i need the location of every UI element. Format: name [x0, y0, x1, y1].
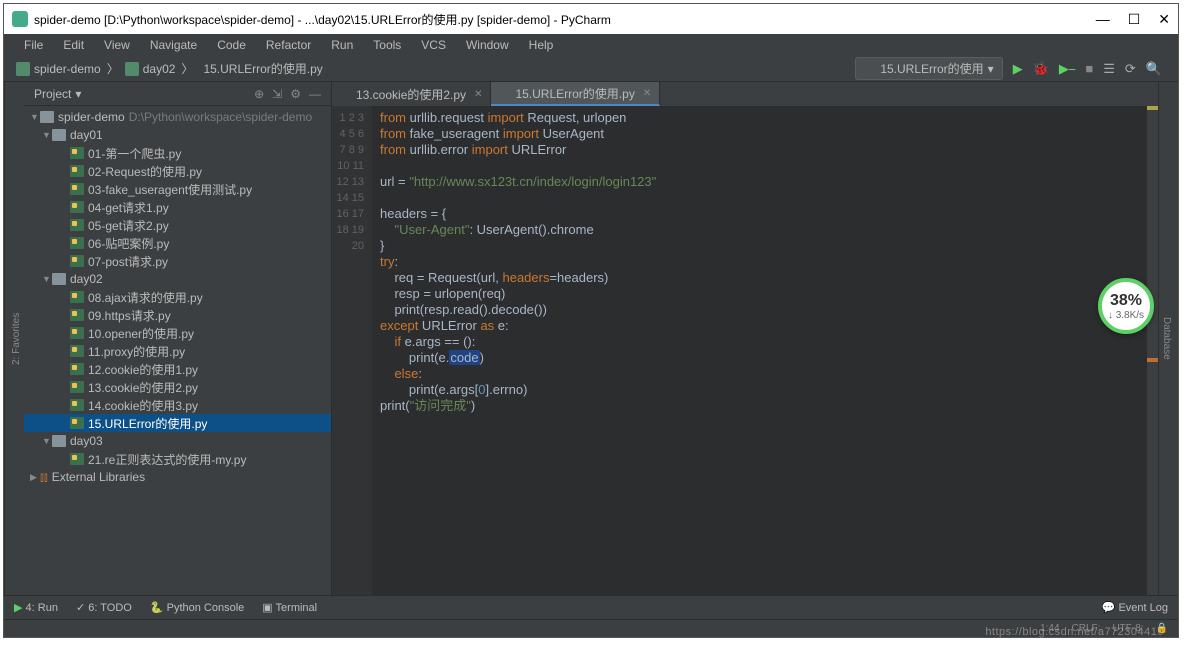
close-button[interactable]: ✕: [1158, 11, 1170, 28]
minimize-button[interactable]: —: [1096, 11, 1110, 28]
menu-edit[interactable]: Edit: [55, 36, 92, 54]
editor-area: 13.cookie的使用2.py✕ 15.URLError的使用.py✕ 1 2…: [332, 82, 1158, 595]
tree-file[interactable]: 04-get请求1.py: [24, 198, 331, 216]
tree-file[interactable]: 10.opener的使用.py: [24, 324, 331, 342]
breadcrumb-root[interactable]: spider-demo: [10, 62, 107, 76]
tree-folder-day01[interactable]: ▼day01: [24, 126, 331, 144]
menu-bar: File Edit View Navigate Code Refactor Ru…: [4, 34, 1178, 56]
right-tool-rail: Database SciView: [1158, 82, 1178, 595]
toolbar-icon[interactable]: ☰: [1103, 61, 1115, 77]
tree-file[interactable]: 03-fake_useragent使用测试.py: [24, 180, 331, 198]
run-button[interactable]: ▶: [1013, 61, 1023, 77]
panel-title: Project: [34, 87, 71, 101]
widget-percent: 38%: [1110, 292, 1142, 310]
tree-file[interactable]: 06-贴吧案例.py: [24, 234, 331, 252]
editor-tabs: 13.cookie的使用2.py✕ 15.URLError的使用.py✕: [332, 82, 1158, 106]
nav-bar: spider-demo〉 day02〉 15.URLError的使用.py 15…: [4, 56, 1178, 82]
watermark: https://blog.csdn.net/a772304419: [985, 626, 1164, 638]
rail-database[interactable]: Database: [1159, 309, 1174, 368]
title-bar: spider-demo [D:\Python\workspace\spider-…: [4, 4, 1178, 34]
tree-file[interactable]: 07-post请求.py: [24, 252, 331, 270]
gutter: 1 2 3 4 5 6 7 8 9 10 11 12 13 14 15 16 1…: [332, 106, 372, 595]
maximize-button[interactable]: ☐: [1128, 11, 1141, 28]
speed-widget[interactable]: 38% ↓ 3.8K/s: [1098, 278, 1154, 334]
attach-button[interactable]: ▶⎯: [1059, 61, 1076, 77]
tree-file-selected[interactable]: 15.URLError的使用.py: [24, 414, 331, 432]
menu-view[interactable]: View: [96, 36, 138, 54]
menu-tools[interactable]: Tools: [365, 36, 409, 54]
menu-refactor[interactable]: Refactor: [258, 36, 319, 54]
tree-folder-day02[interactable]: ▼day02: [24, 270, 331, 288]
widget-speed: ↓ 3.8K/s: [1108, 310, 1144, 321]
menu-window[interactable]: Window: [458, 36, 517, 54]
tab-close-icon[interactable]: ✕: [643, 88, 651, 99]
panel-tool-collapse-icon[interactable]: ⊕: [254, 87, 264, 101]
tree-file[interactable]: 14.cookie的使用3.py: [24, 396, 331, 414]
tree-file[interactable]: 21.re正则表达式的使用-my.py: [24, 450, 331, 468]
left-tool-rail: 2: Favorites 2: Structure 1: Project: [4, 82, 24, 595]
bottom-tool-bar: ▶ 4: Run ✓ 6: TODO 🐍 Python Console ▣ Te…: [4, 595, 1178, 619]
search-icon[interactable]: 🔍: [1146, 61, 1162, 77]
project-tree: ▼spider-demoD:\Python\workspace\spider-d…: [24, 106, 331, 595]
tree-file[interactable]: 12.cookie的使用1.py: [24, 360, 331, 378]
editor-scrollbar[interactable]: [1146, 106, 1158, 595]
tool-terminal[interactable]: ▣ Terminal: [262, 601, 317, 614]
code-editor[interactable]: 1 2 3 4 5 6 7 8 9 10 11 12 13 14 15 16 1…: [332, 106, 1158, 595]
tree-folder-day03[interactable]: ▼day03: [24, 432, 331, 450]
run-config-selector[interactable]: 15.URLError的使用 ▾: [855, 57, 1002, 80]
panel-tool-hide-icon[interactable]: —: [309, 87, 321, 101]
warning-stripe[interactable]: [1147, 358, 1158, 362]
panel-tool-gear-icon[interactable]: ⚙: [290, 87, 301, 101]
menu-navigate[interactable]: Navigate: [142, 36, 205, 54]
menu-code[interactable]: Code: [209, 36, 254, 54]
tab-active[interactable]: 15.URLError的使用.py✕: [491, 82, 660, 106]
tab-inactive[interactable]: 13.cookie的使用2.py✕: [332, 82, 491, 106]
menu-vcs[interactable]: VCS: [413, 36, 454, 54]
rail-sciview[interactable]: SciView: [1174, 313, 1178, 364]
tree-file[interactable]: 05-get请求2.py: [24, 216, 331, 234]
debug-button[interactable]: 🐞: [1033, 61, 1049, 77]
tree-file[interactable]: 02-Request的使用.py: [24, 162, 331, 180]
warning-stripe[interactable]: [1147, 106, 1158, 110]
stop-button[interactable]: ■: [1085, 61, 1093, 76]
tree-root[interactable]: ▼spider-demoD:\Python\workspace\spider-d…: [24, 108, 331, 126]
panel-tool-settings-icon[interactable]: ⇲: [272, 87, 282, 101]
window-title: spider-demo [D:\Python\workspace\spider-…: [34, 11, 611, 28]
code-content[interactable]: from urllib.request import Request, urlo…: [372, 106, 1146, 595]
tool-todo[interactable]: ✓ 6: TODO: [76, 601, 132, 614]
menu-file[interactable]: File: [16, 36, 51, 54]
breadcrumb-folder[interactable]: day02: [119, 62, 182, 76]
tab-close-icon[interactable]: ✕: [474, 89, 482, 100]
menu-run[interactable]: Run: [323, 36, 361, 54]
tree-file[interactable]: 13.cookie的使用2.py: [24, 378, 331, 396]
project-panel-header: Project▾ ⊕ ⇲ ⚙ —: [24, 82, 331, 106]
breadcrumb-file[interactable]: 15.URLError的使用.py: [193, 60, 328, 77]
tree-external-libs[interactable]: ▶⫾⫾External Libraries: [24, 468, 331, 486]
tree-file[interactable]: 08.ajax请求的使用.py: [24, 288, 331, 306]
app-icon: [12, 11, 28, 27]
tree-file[interactable]: 11.proxy的使用.py: [24, 342, 331, 360]
project-panel: Project▾ ⊕ ⇲ ⚙ — ▼spider-demoD:\Python\w…: [24, 82, 332, 595]
menu-help[interactable]: Help: [521, 36, 562, 54]
tree-file[interactable]: 09.https请求.py: [24, 306, 331, 324]
tool-run[interactable]: ▶ 4: Run: [14, 601, 58, 614]
rail-structure[interactable]: 2: Structure: [4, 305, 9, 373]
tool-python-console[interactable]: 🐍 Python Console: [150, 601, 244, 614]
rail-favorites[interactable]: 2: Favorites: [9, 304, 24, 372]
toolbar-icon-2[interactable]: ⟳: [1125, 61, 1136, 77]
event-log[interactable]: 💬 Event Log: [1102, 601, 1168, 614]
tree-file[interactable]: 01-第一个爬虫.py: [24, 144, 331, 162]
